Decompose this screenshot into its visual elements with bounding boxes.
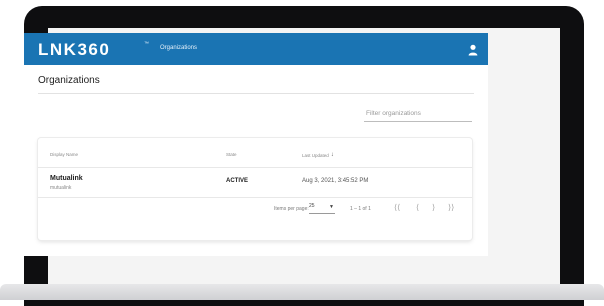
org-display-name: Mutualink [50, 175, 83, 182]
first-page-button[interactable]: ⟨⟨ [394, 203, 400, 213]
column-header-display-name[interactable]: Display Name [50, 152, 78, 157]
app-logo[interactable]: LNK360 [38, 40, 110, 60]
last-page-button[interactable]: ⟩⟩ [448, 203, 454, 213]
table-row[interactable]: Mutualink mutualink ACTIVE Aug 3, 2021, … [38, 168, 472, 197]
column-header-last-updated-label: Last Updated [302, 152, 329, 158]
column-header-last-updated[interactable]: Last Updated ↓ [302, 152, 334, 158]
org-id: mutualink [50, 185, 72, 191]
nav-organizations[interactable]: Organizations [160, 45, 197, 51]
paginator: Items per page: 25 ▼ 1 – 1 of 1 ⟨⟨ ⟨ ⟩ ⟩… [38, 198, 472, 220]
next-page-button[interactable]: ⟩ [432, 203, 435, 213]
main-content: Organizations Display Name State Last Up… [24, 65, 488, 256]
items-per-page-label: Items per page: [274, 206, 309, 212]
title-divider [38, 93, 474, 94]
page-range-label: 1 – 1 of 1 [350, 206, 371, 212]
arrow-down-icon: ↓ [330, 152, 334, 158]
person-icon[interactable] [468, 43, 478, 56]
org-state: ACTIVE [226, 178, 249, 184]
caret-down-icon: ▼ [329, 204, 334, 210]
page-title: Organizations [38, 75, 100, 86]
column-header-state[interactable]: State [226, 152, 237, 157]
organizations-table: Display Name State Last Updated ↓ Mutual… [38, 138, 472, 240]
previous-page-button[interactable]: ⟨ [416, 203, 419, 213]
trademark-mark: ™ [144, 41, 149, 47]
org-last-updated: Aug 3, 2021, 3:45:52 PM [302, 178, 369, 184]
items-per-page-select[interactable]: 25 ▼ [309, 203, 335, 214]
app-toolbar: LNK360 ™ Organizations [24, 33, 488, 65]
filter-organizations-input[interactable] [364, 105, 472, 122]
items-per-page-value: 25 [309, 203, 315, 209]
laptop-base [0, 284, 604, 300]
